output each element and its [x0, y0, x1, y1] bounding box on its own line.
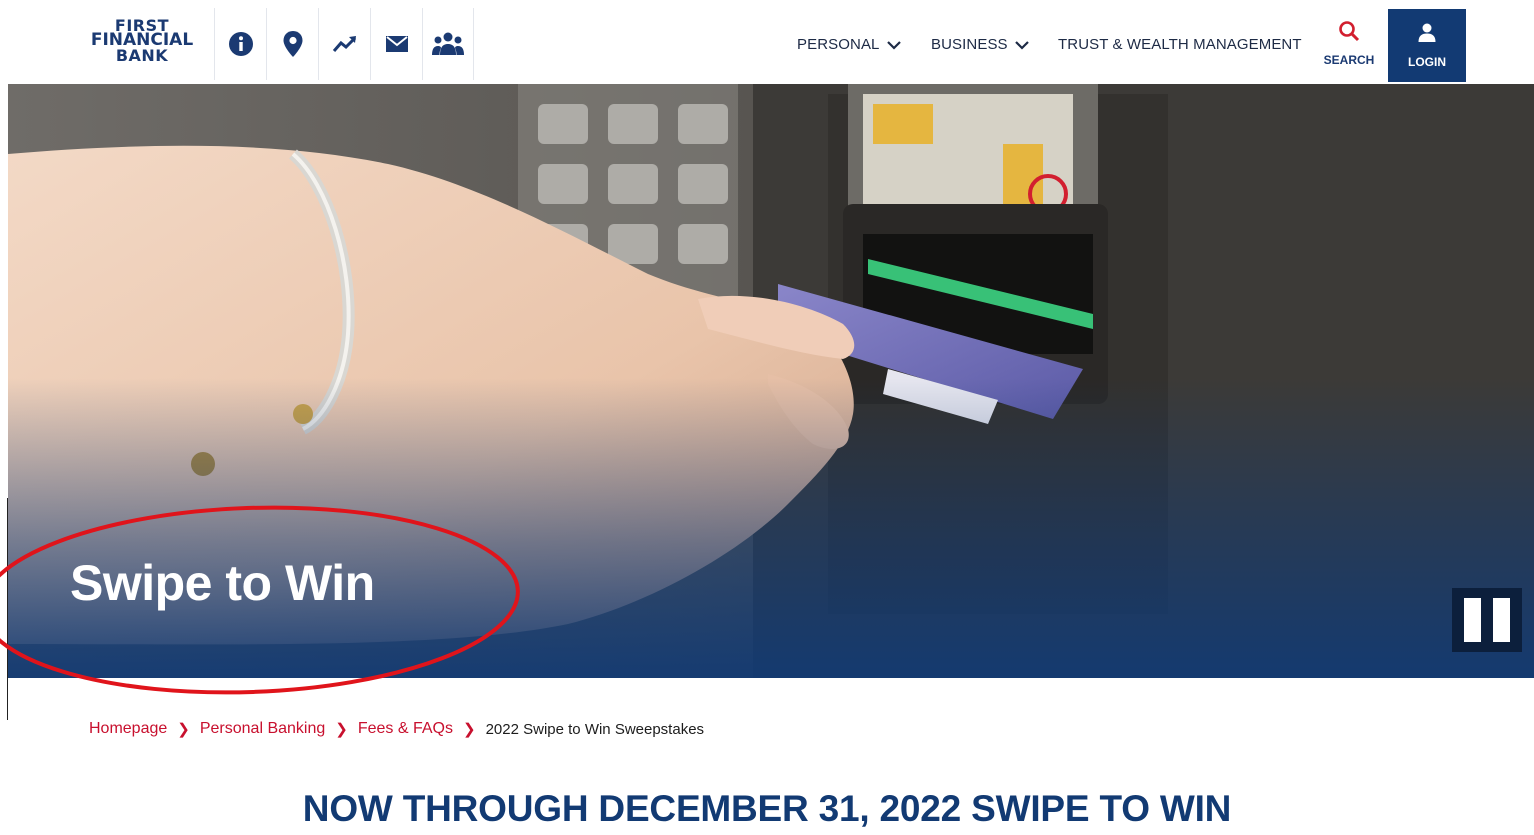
nav-trust-wealth-label: TRUST & WEALTH MANAGEMENT — [1058, 36, 1302, 53]
pause-icon — [1464, 598, 1481, 642]
mail-icon — [385, 36, 408, 52]
nav-personal[interactable]: PERSONAL — [797, 36, 902, 53]
breadcrumb-personal-banking[interactable]: Personal Banking — [200, 720, 325, 738]
rates-button[interactable] — [318, 8, 370, 80]
info-button[interactable] — [214, 8, 266, 80]
search-icon — [1339, 21, 1360, 42]
breadcrumb-separator-icon: ❯ — [335, 721, 348, 738]
slideshow-pause-button[interactable] — [1452, 588, 1522, 652]
search-button[interactable]: SEARCH — [1314, 14, 1384, 78]
breadcrumb-current-page: 2022 Swipe to Win Sweepstakes — [485, 720, 705, 738]
location-pin-icon — [283, 31, 302, 57]
nav-business[interactable]: BUSINESS — [931, 36, 1030, 53]
hero-banner: Swipe to Win — [8, 84, 1534, 678]
nav-trust-wealth[interactable]: TRUST & WEALTH MANAGEMENT — [1058, 36, 1302, 53]
page-heading: NOW THROUGH DECEMBER 31, 2022 SWIPE TO W… — [302, 788, 1232, 829]
login-button[interactable]: LOGIN — [1388, 9, 1466, 82]
divider-line — [7, 498, 8, 720]
site-header: FIRST FINANCIAL BANK PERSONAL BUSINESS T… — [0, 0, 1534, 84]
pause-icon-bar — [1493, 598, 1510, 642]
trend-icon — [332, 36, 356, 52]
login-label: LOGIN — [1408, 55, 1446, 69]
page-left-margin — [0, 84, 8, 835]
breadcrumb-fees-faqs[interactable]: Fees & FAQs — [358, 720, 453, 738]
user-icon — [1418, 23, 1436, 42]
breadcrumb-separator-icon: ❯ — [177, 721, 190, 738]
about-button[interactable] — [422, 8, 474, 80]
breadcrumb-homepage[interactable]: Homepage — [89, 720, 167, 738]
breadcrumb: Homepage ❯ Personal Banking ❯ Fees & FAQ… — [89, 720, 704, 738]
locations-button[interactable] — [266, 8, 318, 80]
utility-icon-bar — [214, 8, 474, 84]
people-icon — [432, 32, 464, 55]
search-label: SEARCH — [1323, 53, 1375, 67]
bank-logo[interactable]: FIRST FINANCIAL BANK — [80, 18, 204, 70]
chevron-down-icon — [886, 40, 901, 50]
hero-title: Swipe to Win — [70, 555, 375, 611]
chevron-down-icon — [1014, 40, 1029, 50]
nav-business-label: BUSINESS — [931, 36, 1008, 53]
nav-personal-label: PERSONAL — [797, 36, 880, 53]
hero-gradient-overlay — [8, 378, 1534, 678]
breadcrumb-separator-icon: ❯ — [463, 721, 476, 738]
info-icon — [228, 32, 253, 56]
logo-line-bank: BANK — [115, 46, 169, 65]
contact-button[interactable] — [370, 8, 422, 80]
